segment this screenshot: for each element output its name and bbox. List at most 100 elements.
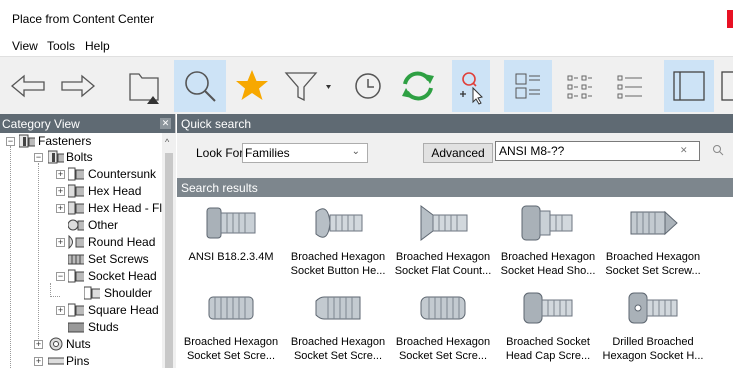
- collapse-icon[interactable]: −: [56, 272, 65, 281]
- result-item[interactable]: Broached Socket Head Cap Scre...: [496, 287, 600, 368]
- result-label: Broached Hexagon Socket Head Sho...: [500, 251, 596, 277]
- folder-up-icon[interactable]: [124, 60, 164, 112]
- menu-view[interactable]: View: [12, 39, 38, 53]
- bolt-category-icon: [68, 303, 84, 317]
- back-icon[interactable]: [8, 60, 48, 112]
- pins-icon: [48, 357, 64, 365]
- chevron-down-icon: ⌄: [351, 146, 360, 157]
- scroll-thumb[interactable]: [165, 153, 173, 368]
- tree-label: Other: [88, 218, 119, 232]
- expand-icon[interactable]: +: [56, 306, 65, 315]
- part-thumbnail-icon: [523, 292, 573, 324]
- tree-item-set-screws[interactable]: Set Screws: [0, 251, 162, 268]
- bolt-category-icon: [84, 286, 100, 300]
- tree-item-other[interactable]: Other: [0, 217, 162, 234]
- tree-item-nuts[interactable]: + Nuts: [0, 336, 162, 353]
- list-view-icon[interactable]: [504, 60, 552, 112]
- main-panel: Quick search Look For: Families ⌄ Advanc…: [177, 114, 733, 368]
- result-item[interactable]: Broached Hexagon Socket Set Scre...: [179, 287, 283, 368]
- look-for-value: Families: [245, 146, 290, 160]
- category-tree: − Fasteners − Bolts + Countersunk + Hex …: [0, 133, 162, 368]
- nuts-icon: [49, 337, 63, 351]
- look-for-select[interactable]: Families ⌄: [242, 143, 368, 163]
- result-label: Broached Hexagon Socket Set Scre...: [183, 336, 279, 362]
- bolt-category-icon: [68, 184, 84, 198]
- tree-item-hex-head-flange[interactable]: + Hex Head - Flar: [0, 200, 162, 217]
- advanced-button[interactable]: Advanced: [423, 143, 493, 163]
- tree-label: Fasteners: [38, 134, 92, 148]
- tree-item-socket-head[interactable]: − Socket Head: [0, 268, 162, 285]
- part-thumbnail-icon: [420, 296, 466, 320]
- tree-label: Round Head: [88, 235, 156, 249]
- fasteners-icon: [19, 134, 35, 148]
- window-title: Place from Content Center: [12, 12, 155, 26]
- result-label: Broached Hexagon Socket Flat Count...: [394, 251, 492, 277]
- tree-item-square-head[interactable]: + Square Head: [0, 302, 162, 319]
- result-item[interactable]: Drilled Broached Hexagon Socket H...: [601, 287, 705, 368]
- part-thumbnail-icon: [628, 292, 678, 324]
- result-item[interactable]: Broached Hexagon Socket Button He...: [286, 202, 390, 284]
- tree-label: Countersunk: [88, 167, 157, 181]
- favorite-star-icon[interactable]: [232, 60, 272, 112]
- tree-item-round-head[interactable]: + Round Head: [0, 234, 162, 251]
- forward-icon[interactable]: [58, 60, 98, 112]
- search-icon[interactable]: [174, 60, 226, 112]
- bolt-category-icon: [68, 219, 84, 231]
- panel-close-icon[interactable]: ✕: [160, 118, 171, 129]
- tree-scrollbar[interactable]: ^: [162, 133, 176, 368]
- result-item[interactable]: Broached Hexagon Socket Set Scre...: [391, 287, 495, 368]
- result-item[interactable]: Broached Hexagon Socket Flat Count...: [391, 202, 495, 284]
- details-view-icon[interactable]: [610, 60, 650, 112]
- scroll-up-icon[interactable]: ^: [165, 137, 169, 147]
- expand-icon[interactable]: +: [56, 204, 65, 213]
- search-icon[interactable]: [712, 144, 724, 156]
- result-item[interactable]: Broached Hexagon Socket Set Screw...: [601, 202, 705, 284]
- single-pane-icon[interactable]: [664, 60, 714, 112]
- clear-icon[interactable]: ✕: [680, 145, 688, 156]
- tree-item-bolts[interactable]: − Bolts: [0, 149, 162, 166]
- bolts-icon: [48, 150, 64, 164]
- title-bar: Place from Content Center: [0, 0, 733, 34]
- menu-tools[interactable]: Tools: [47, 39, 75, 53]
- tree-item-hex-head[interactable]: + Hex Head: [0, 183, 162, 200]
- expand-icon[interactable]: +: [34, 357, 43, 366]
- close-button[interactable]: [727, 10, 733, 28]
- refresh-icon[interactable]: [396, 60, 440, 112]
- menu-help[interactable]: Help: [85, 39, 110, 53]
- two-pane-icon[interactable]: [718, 60, 733, 112]
- expand-icon[interactable]: +: [56, 170, 65, 179]
- expand-icon[interactable]: +: [34, 340, 43, 349]
- expand-icon[interactable]: +: [56, 238, 65, 247]
- collapse-icon[interactable]: −: [6, 137, 15, 146]
- quick-search-bar: Look For: Families ⌄ Advanced ANSI M8-??…: [177, 133, 733, 178]
- collapse-icon[interactable]: −: [34, 153, 43, 162]
- tree-item-countersunk[interactable]: + Countersunk: [0, 166, 162, 183]
- small-icons-view-icon[interactable]: [560, 60, 600, 112]
- tree-item-fasteners[interactable]: − Fasteners: [0, 133, 162, 150]
- history-icon[interactable]: [350, 60, 386, 112]
- search-input[interactable]: ANSI M8-??: [495, 141, 700, 161]
- category-view-title: Category View: [2, 117, 80, 131]
- bolt-category-icon: [68, 254, 84, 265]
- result-label: Drilled Broached Hexagon Socket H...: [602, 336, 704, 362]
- bolt-category-icon: [68, 322, 84, 333]
- part-thumbnail-icon: [630, 210, 678, 236]
- result-item[interactable]: Broached Hexagon Socket Set Scre...: [286, 287, 390, 368]
- result-item[interactable]: ANSI B18.2.3.4M: [179, 202, 283, 284]
- category-view-header: Category View ✕: [0, 114, 175, 133]
- tree-item-studs[interactable]: Studs: [0, 319, 162, 336]
- quick-search-header: Quick search: [177, 114, 733, 133]
- result-label: Broached Hexagon Socket Set Scre...: [395, 336, 491, 362]
- tree-item-pins[interactable]: + Pins: [0, 353, 162, 368]
- result-label: Broached Hexagon Socket Button He...: [290, 251, 386, 277]
- result-label: Broached Hexagon Socket Set Screw...: [605, 251, 701, 277]
- expand-icon[interactable]: +: [56, 187, 65, 196]
- result-item[interactable]: Broached Hexagon Socket Head Sho...: [496, 202, 600, 284]
- tree-label: Studs: [88, 320, 119, 334]
- search-results-grid: ANSI B18.2.3.4M Broached Hexagon Socket B…: [177, 197, 733, 368]
- filter-icon[interactable]: [282, 60, 338, 112]
- tree-label: Set Screws: [88, 252, 149, 266]
- tree-item-shoulder[interactable]: Shoulder: [0, 285, 162, 302]
- tree-label: Shoulder: [104, 286, 153, 300]
- find-in-place-icon[interactable]: [452, 60, 490, 112]
